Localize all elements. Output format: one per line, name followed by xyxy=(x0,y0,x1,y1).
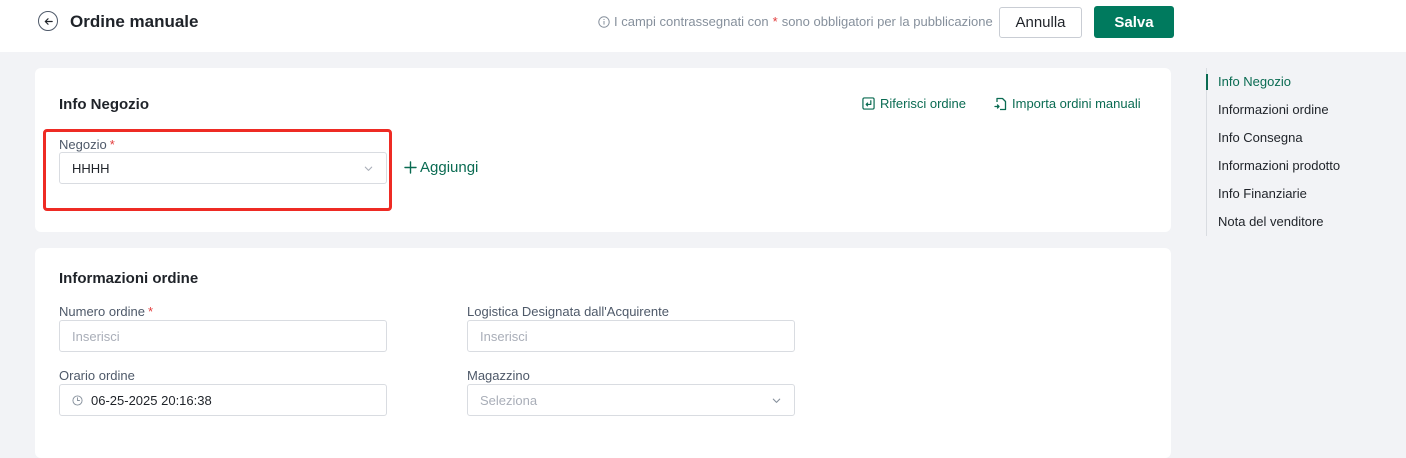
add-store-label: Aggiungi xyxy=(420,159,479,176)
warehouse-placeholder: Seleziona xyxy=(480,392,538,408)
store-field-label: Negozio * xyxy=(59,137,115,152)
import-orders-link[interactable]: Importa ordini manuali xyxy=(994,96,1141,111)
add-store-button[interactable]: Aggiungi xyxy=(404,159,478,176)
order-time-value: 06-25-2025 20:16:38 xyxy=(91,392,212,408)
page-title: Ordine manuale xyxy=(70,12,199,31)
refer-order-icon xyxy=(862,97,875,110)
order-time-picker[interactable]: 06-25-2025 20:16:38 xyxy=(59,384,387,416)
plus-icon xyxy=(404,161,417,174)
nav-item-info-consegna[interactable]: Info Consegna xyxy=(1207,124,1386,152)
store-info-card: Info Negozio Riferisci ordine Importa or… xyxy=(35,68,1171,232)
order-number-placeholder: Inserisci xyxy=(72,328,120,344)
store-info-title: Info Negozio xyxy=(59,96,149,113)
required-fields-hint: I campi contrassegnati con * sono obblig… xyxy=(598,14,993,29)
nav-item-informazioni-ordine[interactable]: Informazioni ordine xyxy=(1207,96,1386,124)
nav-item-informazioni-prodotto[interactable]: Informazioni prodotto xyxy=(1207,152,1386,180)
info-icon xyxy=(598,15,610,28)
save-button[interactable]: Salva xyxy=(1094,6,1174,38)
hint-required-star: * xyxy=(772,14,778,29)
store-label-text: Negozio xyxy=(59,137,107,152)
required-star: * xyxy=(148,304,154,319)
order-number-label: Numero ordine * xyxy=(59,304,153,319)
clock-icon xyxy=(72,394,83,406)
nav-item-info-negozio[interactable]: Info Negozio xyxy=(1206,68,1386,96)
order-number-input[interactable]: Inserisci xyxy=(59,320,387,352)
buyer-logistics-placeholder: Inserisci xyxy=(480,328,528,344)
hint-prefix: I campi contrassegnati con xyxy=(614,14,769,29)
store-select[interactable]: HHHH xyxy=(59,152,387,184)
order-number-label-text: Numero ordine xyxy=(59,304,145,319)
order-info-title: Informazioni ordine xyxy=(59,270,199,287)
arrow-left-icon xyxy=(44,17,53,25)
nav-item-info-finanziarie[interactable]: Info Finanziarie xyxy=(1207,180,1386,208)
refer-order-label: Riferisci ordine xyxy=(880,96,966,111)
chevron-down-icon xyxy=(364,166,373,171)
warehouse-select[interactable]: Seleziona xyxy=(467,384,795,416)
hint-suffix: sono obbligatori per la pubblicazione xyxy=(781,14,993,29)
nav-item-nota-venditore[interactable]: Nota del venditore xyxy=(1207,208,1386,236)
refer-order-link[interactable]: Riferisci ordine xyxy=(862,96,966,111)
warehouse-label: Magazzino xyxy=(467,368,530,383)
order-info-card: Informazioni ordine Numero ordine * Inser… xyxy=(35,248,1171,458)
required-star: * xyxy=(109,137,115,152)
import-orders-label: Importa ordini manuali xyxy=(1012,96,1141,111)
order-time-label: Orario ordine xyxy=(59,368,135,383)
store-select-value: HHHH xyxy=(72,160,110,176)
buyer-logistics-label: Logistica Designata dall'Acquirente xyxy=(467,304,669,319)
chevron-down-icon xyxy=(772,398,781,403)
top-bar: Ordine manuale I campi contrassegnati co… xyxy=(0,0,1406,52)
back-button[interactable] xyxy=(38,11,58,31)
cancel-button[interactable]: Annulla xyxy=(999,7,1082,38)
import-file-icon xyxy=(994,97,1007,110)
buyer-logistics-input[interactable]: Inserisci xyxy=(467,320,795,352)
section-nav: Info Negozio Informazioni ordine Info Co… xyxy=(1206,68,1386,236)
